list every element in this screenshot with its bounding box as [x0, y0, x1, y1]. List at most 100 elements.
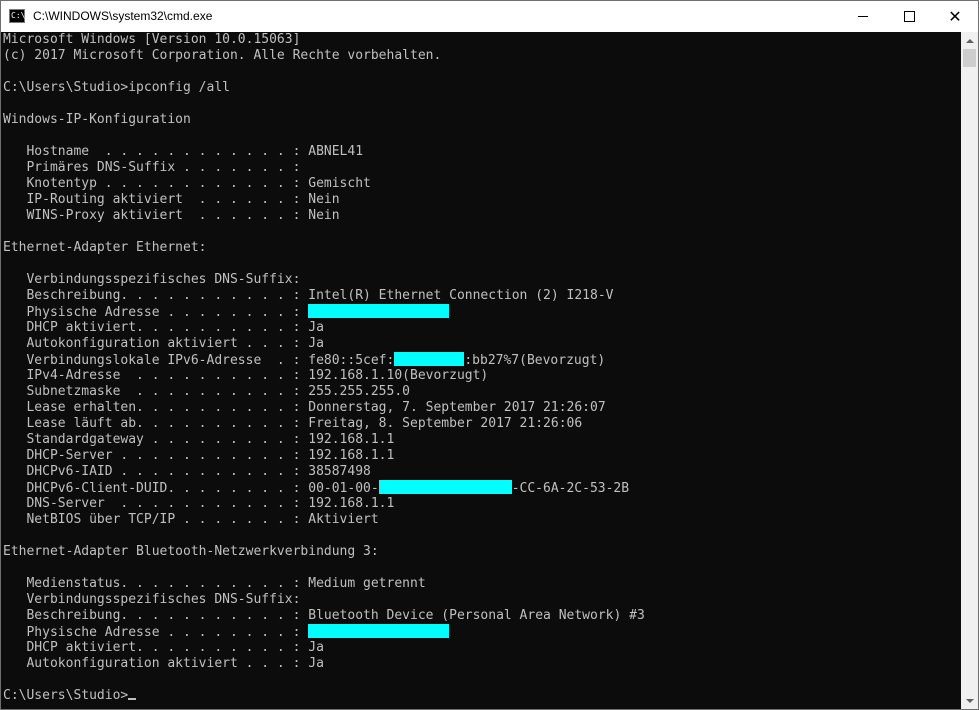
scroll-down-button[interactable] [961, 692, 978, 709]
console-line: Verbindungsspezifisches DNS-Suffix: [3, 272, 645, 288]
console-line-text: DHCP-Server . . . . . . . . . . . : 192.… [3, 448, 395, 463]
maximize-icon [903, 11, 915, 22]
console-line: Ethernet-Adapter Bluetooth-Netzwerkverbi… [3, 544, 645, 560]
console-line: DNS-Server . . . . . . . . . . . : 192.1… [3, 496, 645, 512]
console-line: Beschreibung. . . . . . . . . . . : Inte… [3, 288, 645, 304]
vertical-scrollbar[interactable] [961, 32, 978, 709]
console-line-text: Autokonfiguration aktiviert . . . : Ja [3, 656, 324, 671]
console-line-text: Lease erhalten. . . . . . . . . . : Donn… [3, 400, 606, 415]
window-title: C:\WINDOWS\system32\cmd.exe [33, 9, 213, 23]
console-line-text: DHCPv6-IAID . . . . . . . . . . . : 3858… [3, 464, 371, 479]
console-line-text: DHCPv6-Client-DUID. . . . . . . . : 00-0… [3, 481, 379, 496]
console-line-text: Ethernet-Adapter Bluetooth-Netzwerkverbi… [3, 544, 379, 559]
cmd-icon[interactable]: C:\ [9, 9, 25, 23]
console-line: Knotentyp . . . . . . . . . . . . : Gemi… [3, 176, 645, 192]
console-line-text: Physische Adresse . . . . . . . . : [3, 305, 309, 320]
minimize-icon [858, 16, 868, 17]
console-line: IP-Routing aktiviert . . . . . . : Nein [3, 192, 645, 208]
console-lines: Microsoft Windows [Version 10.0.15063] (c… [3, 32, 645, 704]
console-line: Lease läuft ab. . . . . . . . . . : Frei… [3, 416, 645, 432]
console-line: DHCP aktiviert. . . . . . . . . . : Ja [3, 320, 645, 336]
console-line-text: IPv4-Adresse . . . . . . . . . . : 192.1… [3, 368, 489, 383]
console-line: Standardgateway . . . . . . . . . : 192.… [3, 432, 645, 448]
console-line-text: WINS-Proxy aktiviert . . . . . . : Nein [3, 208, 340, 223]
console-line: Hostname . . . . . . . . . . . . : ABNEL… [3, 144, 645, 160]
redacted-value [378, 480, 512, 494]
console-line-text: DNS-Server . . . . . . . . . . . : 192.1… [3, 496, 395, 511]
console-line: DHCP-Server . . . . . . . . . . . : 192.… [3, 448, 645, 464]
console-line: Beschreibung. . . . . . . . . . . : Blue… [3, 608, 645, 624]
console-line-text: Medienstatus. . . . . . . . . . . : Medi… [3, 576, 426, 591]
console-line-text: Physische Adresse . . . . . . . . : [3, 625, 309, 640]
console-line-text: Microsoft Windows [Version 10.0.15063] [3, 32, 301, 47]
console-line: Physische Adresse . . . . . . . . : [3, 624, 645, 640]
arrow-up-icon [965, 38, 974, 43]
arrow-down-icon [965, 698, 974, 703]
scroll-thumb[interactable] [963, 49, 976, 67]
console-line-text: Knotentyp . . . . . . . . . . . . : Gemi… [3, 176, 371, 191]
console-line-text: Hostname . . . . . . . . . . . . : ABNEL… [3, 144, 364, 159]
console-line: WINS-Proxy aktiviert . . . . . . : Nein [3, 208, 645, 224]
console-line-text: Lease läuft ab. . . . . . . . . . : Frei… [3, 416, 583, 431]
console-line: C:\Users\Studio>ipconfig /all [3, 80, 645, 96]
console-line-text-after: -CC-6A-2C-53-2B [511, 481, 630, 496]
console-line: (c) 2017 Microsoft Corporation. Alle Rec… [3, 48, 645, 64]
console-line: Lease erhalten. . . . . . . . . . : Donn… [3, 400, 645, 416]
console-line: Autokonfiguration aktiviert . . . : Ja [3, 656, 645, 672]
maximize-button[interactable] [886, 1, 932, 32]
console-line-text: Primäres DNS-Suffix . . . . . . . : [3, 160, 301, 175]
console-line-text: Ethernet-Adapter Ethernet: [3, 240, 207, 255]
cmd-icon-label: C:\ [11, 11, 26, 20]
console-line: DHCP aktiviert. . . . . . . . . . : Ja [3, 640, 645, 656]
console-line-text: Standardgateway . . . . . . . . . : 192.… [3, 432, 395, 447]
console-line: Physische Adresse . . . . . . . . : [3, 304, 645, 320]
console-line: Verbindungsspezifisches DNS-Suffix: [3, 592, 645, 608]
redacted-value [394, 352, 465, 366]
console-line-text-after: :bb27%7(Bevorzugt) [464, 353, 606, 368]
text-cursor [128, 698, 137, 700]
console-line-text: (c) 2017 Microsoft Corporation. Alle Rec… [3, 48, 442, 63]
console-line: Primäres DNS-Suffix . . . . . . . : [3, 160, 645, 176]
redacted-value [308, 624, 450, 638]
console-line: Microsoft Windows [Version 10.0.15063] [3, 32, 645, 48]
console-line: Verbindungslokale IPv6-Adresse . : fe80:… [3, 352, 645, 368]
console-line: Windows-IP-Konfiguration [3, 112, 645, 128]
console-line-text: Verbindungsspezifisches DNS-Suffix: [3, 592, 301, 607]
console-line-text: DHCP aktiviert. . . . . . . . . . : Ja [3, 320, 324, 335]
console-line-text: C:\Users\Studio> [3, 688, 129, 703]
console-line: C:\Users\Studio> [3, 688, 645, 704]
close-icon: ✕ [948, 6, 962, 26]
console-line-text: Verbindungsspezifisches DNS-Suffix: [3, 272, 301, 287]
title-bar[interactable]: C:\ C:\WINDOWS\system32\cmd.exe ✕ [1, 1, 978, 32]
console-line: Ethernet-Adapter Ethernet: [3, 240, 645, 256]
console-line: IPv4-Adresse . . . . . . . . . . : 192.1… [3, 368, 645, 384]
console-line-text: Windows-IP-Konfiguration [3, 112, 191, 127]
console-line: Medienstatus. . . . . . . . . . . : Medi… [3, 576, 645, 592]
console-line-text: C:\Users\Studio>ipconfig /all [3, 80, 230, 95]
console-line-text: Autokonfiguration aktiviert . . . : Ja [3, 336, 324, 351]
console-line-text: Beschreibung. . . . . . . . . . . : Blue… [3, 608, 645, 623]
console-line-text: Verbindungslokale IPv6-Adresse . : fe80:… [3, 353, 395, 368]
close-button[interactable]: ✕ [932, 1, 978, 32]
console-line: DHCPv6-IAID . . . . . . . . . . . : 3858… [3, 464, 645, 480]
minimize-button[interactable] [840, 1, 886, 32]
console-line: NetBIOS über TCP/IP . . . . . . . : Akti… [3, 512, 645, 528]
console-output[interactable]: Microsoft Windows [Version 10.0.15063] (c… [1, 32, 961, 709]
console-line-text: Subnetzmaske . . . . . . . . . . : 255.2… [3, 384, 410, 399]
console-line: Subnetzmaske . . . . . . . . . . : 255.2… [3, 384, 645, 400]
console-line-text: DHCP aktiviert. . . . . . . . . . : Ja [3, 640, 324, 655]
console-line-text: IP-Routing aktiviert . . . . . . : Nein [3, 192, 340, 207]
console-line-text: Beschreibung. . . . . . . . . . . : Inte… [3, 288, 614, 303]
console-line: Autokonfiguration aktiviert . . . : Ja [3, 336, 645, 352]
scroll-up-button[interactable] [961, 32, 978, 49]
console-line-text: NetBIOS über TCP/IP . . . . . . . : Akti… [3, 512, 379, 527]
redacted-value [308, 304, 450, 318]
